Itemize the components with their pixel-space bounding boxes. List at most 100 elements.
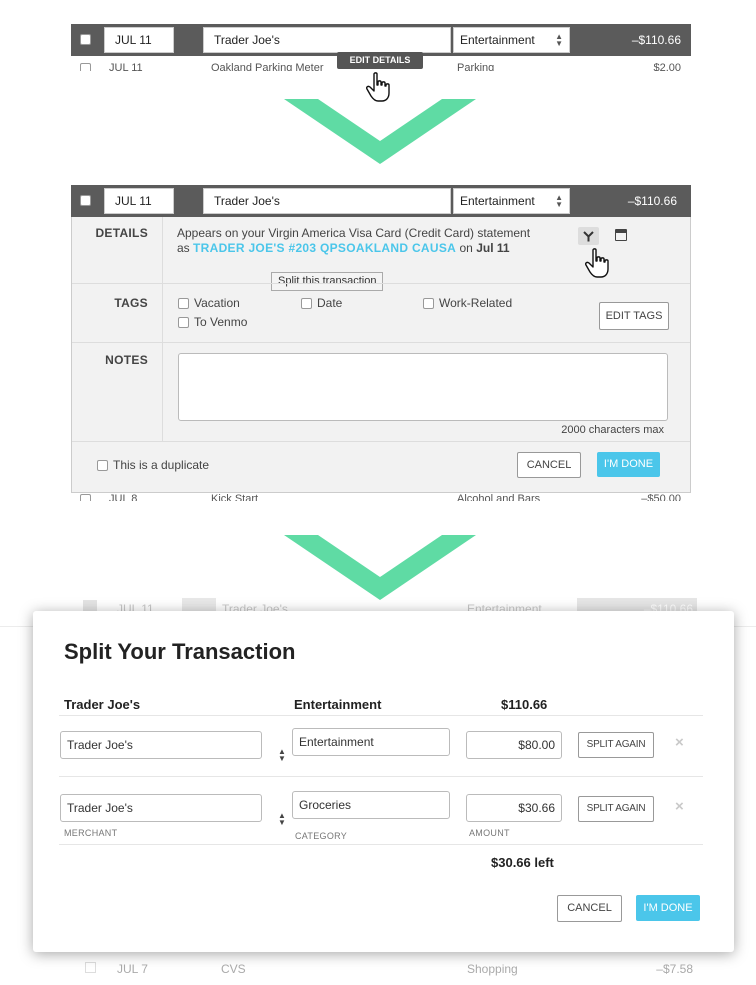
details-label: DETAILS bbox=[95, 226, 148, 240]
divider bbox=[72, 283, 690, 284]
tag-vacation[interactable]: Vacation bbox=[178, 296, 240, 310]
tag-date[interactable]: Date bbox=[301, 296, 342, 310]
calendar-icon[interactable] bbox=[615, 229, 627, 241]
divider bbox=[72, 342, 690, 343]
split-tooltip: Split this transaction bbox=[271, 272, 384, 291]
bg-amount: –$7.58 bbox=[656, 962, 693, 976]
done-button[interactable]: I'M DONE bbox=[597, 452, 660, 477]
row-checkbox[interactable] bbox=[80, 34, 91, 45]
notes-label: NOTES bbox=[105, 353, 148, 367]
category-value: Entertainment bbox=[460, 194, 535, 208]
background-bottom-row: JUL 7 CVS Shopping –$7.58 bbox=[77, 957, 697, 981]
bg-date: JUL 7 bbox=[117, 962, 148, 976]
peek-date: JUL 11 bbox=[109, 62, 143, 71]
peek-category: Alcohol and Bars bbox=[457, 493, 541, 501]
split-again-button[interactable]: SPLIT AGAIN bbox=[578, 796, 654, 822]
modal-title: Split Your Transaction bbox=[64, 639, 296, 664]
duplicate-label: This is a duplicate bbox=[113, 458, 210, 472]
split-transaction-modal: Split Your Transaction Trader Joe's Ente… bbox=[33, 611, 734, 952]
tag-label: To Venmo bbox=[194, 315, 248, 329]
tag-checkbox[interactable] bbox=[178, 297, 189, 309]
divider bbox=[162, 217, 163, 441]
amount-remaining: $30.66 left bbox=[491, 855, 554, 870]
divider bbox=[72, 441, 690, 442]
done-button[interactable]: I'M DONE bbox=[636, 895, 700, 921]
row-checkbox[interactable] bbox=[80, 63, 91, 71]
amount: –$110.66 bbox=[631, 33, 681, 47]
amount-input[interactable]: $80.00 bbox=[466, 731, 562, 759]
duplicate-toggle[interactable]: This is a duplicate bbox=[97, 458, 209, 472]
category-value: Entertainment bbox=[460, 33, 535, 47]
merchant-field[interactable]: Trader Joe's bbox=[203, 188, 451, 214]
peek-merchant: Kick Start bbox=[211, 493, 259, 501]
bg-category: Shopping bbox=[467, 962, 518, 976]
cancel-button[interactable]: CANCEL bbox=[517, 452, 581, 478]
divider bbox=[59, 715, 703, 716]
header-amount: $110.66 bbox=[501, 697, 548, 712]
transaction-details-panel: DETAILS Appears on your Virgin America V… bbox=[71, 217, 691, 493]
notes-limit: 2000 characters max bbox=[561, 424, 664, 436]
details-text: Appears on your Virgin America Visa Card… bbox=[177, 226, 557, 256]
edit-details-label: EDIT DETAILS bbox=[349, 55, 411, 65]
details-on: on bbox=[459, 241, 473, 255]
transaction-row-expanded[interactable]: JUL 11 Trader Joe's Entertainment ▲ ▼ –$1… bbox=[71, 185, 691, 217]
tag-checkbox[interactable] bbox=[178, 316, 189, 328]
down-arrow-icon bbox=[284, 535, 476, 600]
details-line2: as TRADER JOE'S #203 QPSOAKLAND CAUSA on… bbox=[177, 241, 557, 256]
tag-work-related[interactable]: Work-Related bbox=[423, 296, 512, 310]
date-cell[interactable]: JUL 11 bbox=[104, 188, 174, 214]
select-arrows-icon: ▲ ▼ bbox=[278, 811, 286, 827]
down-arrow-icon bbox=[284, 99, 476, 164]
merchant-field[interactable]: Trader Joe's bbox=[203, 27, 451, 53]
divider bbox=[59, 844, 703, 845]
edit-tags-button[interactable]: EDIT TAGS bbox=[599, 302, 669, 330]
row-checkbox[interactable] bbox=[80, 494, 91, 501]
peek-date: JUL 8 bbox=[109, 493, 138, 501]
amount-input[interactable]: $30.66 bbox=[466, 794, 562, 822]
peek-category: Parking bbox=[457, 62, 495, 71]
category-caption: CATEGORY bbox=[295, 831, 348, 841]
peek-merchant: Oakland Parking Meter bbox=[211, 62, 324, 71]
notes-textarea[interactable] bbox=[178, 353, 668, 421]
tag-checkbox[interactable] bbox=[301, 297, 312, 309]
statement-name: TRADER JOE'S #203 QPSOAKLAND CAUSA bbox=[193, 241, 457, 255]
amount: –$110.66 bbox=[627, 194, 677, 208]
category-select[interactable]: Groceries bbox=[292, 791, 450, 819]
details-as: as bbox=[177, 241, 190, 255]
category-select[interactable]: Entertainment bbox=[292, 728, 450, 756]
peek-amount: $2.00 bbox=[653, 62, 681, 71]
divider bbox=[59, 776, 703, 777]
category-select[interactable]: Entertainment ▲ ▼ bbox=[453, 27, 570, 53]
select-arrows-icon: ▲ ▼ bbox=[555, 193, 563, 209]
category-select[interactable]: Entertainment ▲ ▼ bbox=[453, 188, 570, 214]
duplicate-checkbox[interactable] bbox=[97, 459, 108, 471]
split-again-button[interactable]: SPLIT AGAIN bbox=[578, 732, 654, 758]
select-arrows-icon: ▲ ▼ bbox=[278, 747, 286, 763]
header-category: Entertainment bbox=[294, 697, 382, 712]
merchant-caption: MERCHANT bbox=[64, 828, 118, 838]
hand-cursor-icon bbox=[585, 248, 609, 278]
row-checkbox[interactable] bbox=[80, 195, 91, 206]
remove-icon[interactable]: × bbox=[675, 734, 684, 751]
tag-label: Vacation bbox=[194, 296, 240, 310]
remove-icon[interactable]: × bbox=[675, 798, 684, 815]
tag-label: Work-Related bbox=[439, 296, 513, 310]
tag-to-venmo[interactable]: To Venmo bbox=[178, 315, 247, 329]
split-icon[interactable] bbox=[578, 227, 599, 245]
tag-checkbox[interactable] bbox=[423, 297, 434, 309]
merchant-input[interactable]: Trader Joe's bbox=[60, 794, 262, 822]
cancel-button[interactable]: CANCEL bbox=[557, 895, 622, 922]
tag-label: Date bbox=[317, 296, 343, 310]
merchant-input[interactable]: Trader Joe's bbox=[60, 731, 262, 759]
select-arrows-icon: ▲ ▼ bbox=[555, 32, 563, 48]
date-cell[interactable]: JUL 11 bbox=[104, 27, 174, 53]
tags-label: TAGS bbox=[114, 296, 148, 310]
details-date: Jul 11 bbox=[476, 241, 510, 255]
peek-amount: –$50.00 bbox=[641, 493, 681, 501]
header-merchant: Trader Joe's bbox=[64, 697, 141, 712]
edit-details-tooltip: EDIT DETAILS bbox=[337, 52, 423, 69]
amount-caption: AMOUNT bbox=[469, 828, 510, 838]
details-line1: Appears on your Virgin America Visa Card… bbox=[177, 226, 531, 240]
peek-row: JUL 8 Kick Start Alcohol and Bars –$50.0… bbox=[71, 493, 691, 501]
bg-merchant: CVS bbox=[221, 962, 246, 976]
